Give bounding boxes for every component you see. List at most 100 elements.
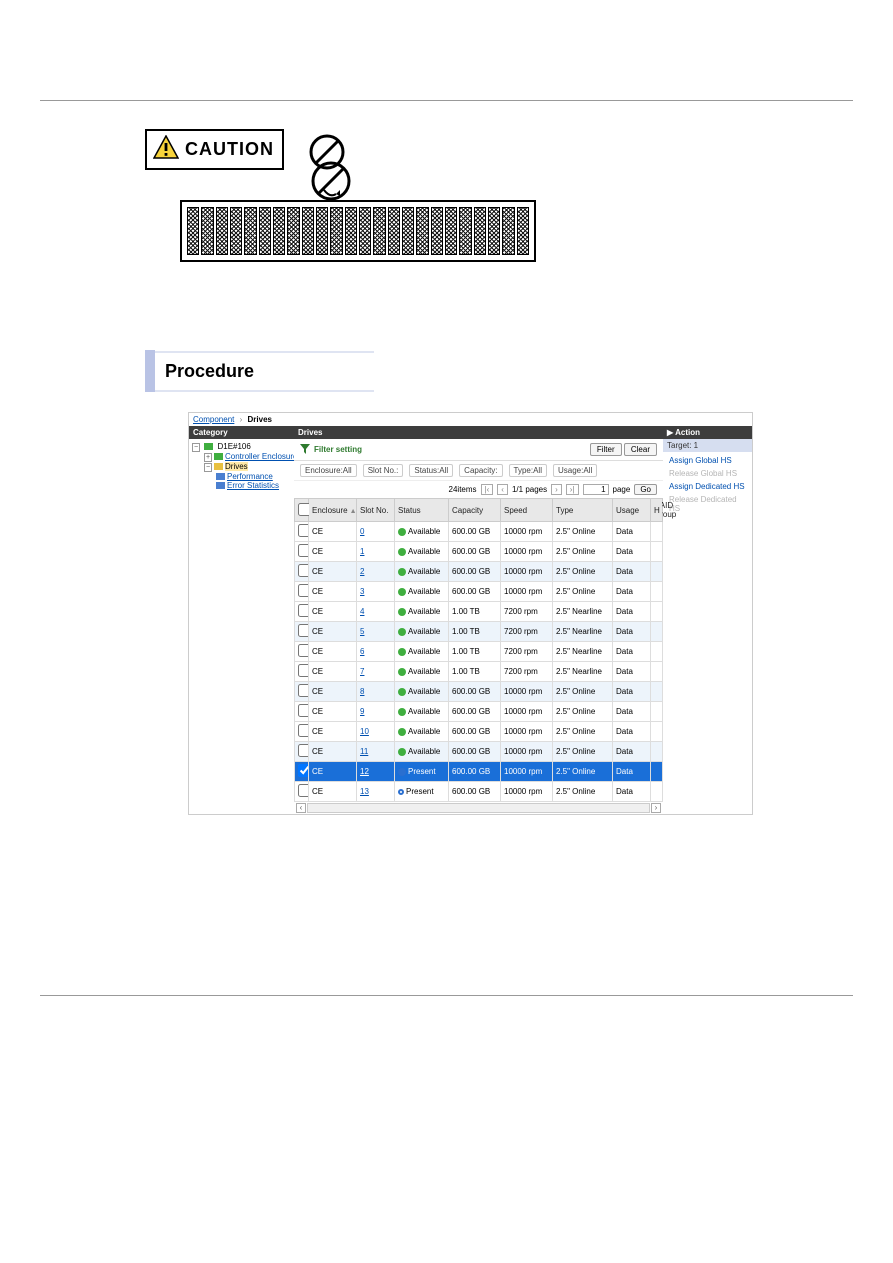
breadcrumb-root-link[interactable]: Component: [193, 415, 234, 424]
filter-chip[interactable]: Usage:All: [553, 464, 597, 477]
breadcrumb: Component › Drives: [189, 413, 752, 426]
filter-chip[interactable]: Enclosure:All: [300, 464, 357, 477]
filter-chip[interactable]: Slot No.:: [363, 464, 404, 477]
column-header[interactable]: [295, 499, 309, 522]
cell-capacity: 600.00 GB: [449, 782, 501, 802]
action-panel-title: ▶ Action: [663, 426, 752, 439]
column-header[interactable]: Speed: [501, 499, 553, 522]
cell-speed: 10000 rpm: [501, 722, 553, 742]
slot-link[interactable]: 4: [360, 607, 364, 616]
column-header[interactable]: Enclosure▲: [309, 499, 357, 522]
row-checkbox[interactable]: [298, 684, 309, 697]
tree-root[interactable]: − D1E#106: [192, 442, 291, 452]
cell-type: 2.5" Online: [553, 782, 613, 802]
slot-link[interactable]: 12: [360, 767, 369, 776]
caution-label: CAUTION: [185, 139, 274, 160]
row-checkbox[interactable]: [298, 644, 309, 657]
slot-link[interactable]: 6: [360, 647, 364, 656]
tree-item-drives[interactable]: −Drives: [204, 462, 291, 472]
cell-speed: 10000 rpm: [501, 782, 553, 802]
table-row[interactable]: CE9Available600.00 GB10000 rpm2.5" Onlin…: [295, 702, 663, 722]
row-checkbox[interactable]: [298, 784, 309, 797]
table-row[interactable]: CE3Available600.00 GB10000 rpm2.5" Onlin…: [295, 582, 663, 602]
table-row[interactable]: CE10Available600.00 GB10000 rpm2.5" Onli…: [295, 722, 663, 742]
slot-link[interactable]: 2: [360, 567, 364, 576]
folder-icon: [216, 482, 225, 489]
scroll-right-icon[interactable]: ›: [651, 803, 661, 813]
row-checkbox[interactable]: [298, 664, 309, 677]
expand-icon[interactable]: +: [204, 453, 212, 462]
slot-link[interactable]: 8: [360, 687, 364, 696]
table-row[interactable]: CE0Available600.00 GB10000 rpm2.5" Onlin…: [295, 522, 663, 542]
row-checkbox[interactable]: [298, 564, 309, 577]
filter-chip[interactable]: Status:All: [409, 464, 453, 477]
row-checkbox[interactable]: [298, 744, 309, 757]
pager-last-icon[interactable]: ›|: [566, 484, 579, 495]
tree-item-error-statistics[interactable]: Error Statistics: [216, 481, 291, 490]
filter-button[interactable]: Filter: [590, 443, 622, 456]
tree-item-controller-enclosure[interactable]: +Controller Enclosure: [204, 452, 291, 462]
table-row[interactable]: CE1Available600.00 GB10000 rpm2.5" Onlin…: [295, 542, 663, 562]
slot-link[interactable]: 9: [360, 707, 364, 716]
cell-usage: Data: [613, 722, 651, 742]
slot-link[interactable]: 1: [360, 547, 364, 556]
cell-capacity: 1.00 TB: [449, 602, 501, 622]
table-row[interactable]: CE11Available600.00 GB10000 rpm2.5" Onli…: [295, 742, 663, 762]
sort-asc-icon[interactable]: ▲: [350, 508, 357, 515]
table-row[interactable]: CE12Present600.00 GB10000 rpm2.5" Online…: [295, 762, 663, 782]
row-checkbox[interactable]: [298, 704, 309, 717]
cell-h: [651, 522, 663, 542]
cell-h: [651, 722, 663, 742]
row-checkbox[interactable]: [298, 544, 309, 557]
action-item[interactable]: Assign Global HS: [663, 454, 752, 467]
column-header[interactable]: Status: [395, 499, 449, 522]
slot-link[interactable]: 5: [360, 627, 364, 636]
table-row[interactable]: CE4Available1.00 TB7200 rpm2.5" Nearline…: [295, 602, 663, 622]
column-header[interactable]: H: [651, 499, 663, 522]
slot-link[interactable]: 11: [360, 747, 368, 756]
slot-link[interactable]: 10: [360, 727, 369, 736]
cell-status: Available: [395, 722, 449, 742]
pager-first-icon[interactable]: |‹: [481, 484, 494, 495]
cell-type: 2.5" Online: [553, 702, 613, 722]
horizontal-scrollbar[interactable]: ‹ ›: [294, 802, 663, 814]
folder-icon: [216, 473, 225, 480]
column-header[interactable]: Usage: [613, 499, 651, 522]
slot-link[interactable]: 0: [360, 527, 364, 536]
pager-go-button[interactable]: Go: [634, 484, 657, 495]
collapse-icon[interactable]: −: [192, 443, 200, 452]
table-row[interactable]: CE13Present600.00 GB10000 rpm2.5" Online…: [295, 782, 663, 802]
column-header[interactable]: Type: [553, 499, 613, 522]
expand-icon[interactable]: −: [204, 463, 212, 472]
table-row[interactable]: CE8Available600.00 GB10000 rpm2.5" Onlin…: [295, 682, 663, 702]
slot-link[interactable]: 3: [360, 587, 364, 596]
filter-chip[interactable]: Capacity:: [459, 464, 502, 477]
column-header[interactable]: Slot No.: [357, 499, 395, 522]
cell-speed: 7200 rpm: [501, 662, 553, 682]
scroll-left-icon[interactable]: ‹: [296, 803, 306, 813]
page-input[interactable]: [583, 484, 609, 495]
pager-prev-icon[interactable]: ‹: [497, 484, 508, 495]
row-checkbox[interactable]: [298, 764, 309, 777]
table-row[interactable]: CE2Available600.00 GB10000 rpm2.5" Onlin…: [295, 562, 663, 582]
row-checkbox[interactable]: [298, 584, 309, 597]
cell-enclosure: CE: [309, 762, 357, 782]
pager-next-icon[interactable]: ›: [551, 484, 562, 495]
cell-status: Available: [395, 662, 449, 682]
clear-button[interactable]: Clear: [624, 443, 657, 456]
row-checkbox[interactable]: [298, 524, 309, 537]
slot-link[interactable]: 7: [360, 667, 364, 676]
row-checkbox[interactable]: [298, 624, 309, 637]
cell-speed: 10000 rpm: [501, 742, 553, 762]
row-checkbox[interactable]: [298, 604, 309, 617]
row-checkbox[interactable]: [298, 724, 309, 737]
table-row[interactable]: CE6Available1.00 TB7200 rpm2.5" Nearline…: [295, 642, 663, 662]
column-header[interactable]: Capacity: [449, 499, 501, 522]
table-row[interactable]: CE5Available1.00 TB7200 rpm2.5" Nearline…: [295, 622, 663, 642]
table-row[interactable]: CE7Available1.00 TB7200 rpm2.5" Nearline…: [295, 662, 663, 682]
filter-chip[interactable]: Type:All: [509, 464, 547, 477]
filter-heading[interactable]: Filter setting: [300, 444, 362, 456]
slot-link[interactable]: 13: [360, 787, 369, 796]
action-item[interactable]: Assign Dedicated HS: [663, 480, 752, 493]
tree-item-performance[interactable]: Performance: [216, 472, 291, 481]
